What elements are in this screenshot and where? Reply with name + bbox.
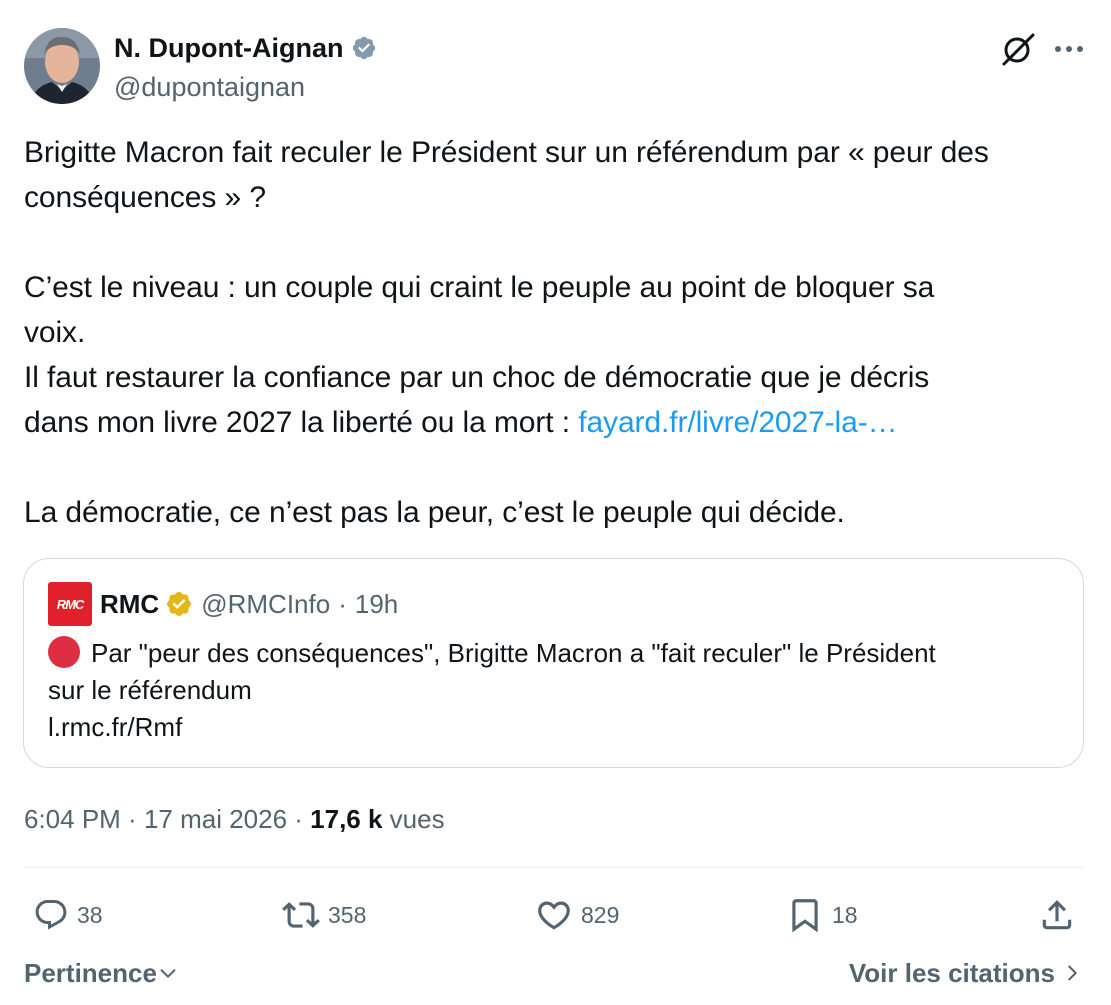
chevron-down-icon bbox=[160, 969, 176, 978]
divider bbox=[23, 867, 1085, 868]
reply-count: 38 bbox=[77, 901, 103, 928]
tweet-meta: 6:04 PM · 17 mai 2026 · 17,6 k vues bbox=[24, 800, 445, 838]
quoted-tweet-text: Par "peur des conséquences", Brigitte Ma… bbox=[48, 635, 1058, 746]
author-avatar[interactable] bbox=[24, 28, 100, 104]
tweet-line-with-link: dans mon livre 2027 la liberté ou la mor… bbox=[24, 400, 1094, 445]
repost-count: 358 bbox=[328, 901, 367, 928]
bookmark-icon bbox=[792, 899, 818, 933]
meta-separator: · bbox=[120, 804, 144, 834]
red-circle-icon bbox=[48, 636, 80, 668]
tweet-link[interactable]: fayard.fr/livre/2027-la-… bbox=[578, 406, 897, 439]
quoted-line: sur le référendum bbox=[48, 675, 252, 705]
reply-icon bbox=[35, 900, 67, 930]
tweet-date[interactable]: 17 mai 2026 bbox=[144, 804, 287, 834]
views-label: vues bbox=[382, 804, 445, 834]
author-name-text: N. Dupont-Aignan bbox=[114, 33, 344, 63]
reply-button[interactable]: 38 bbox=[33, 893, 103, 937]
verified-gold-badge-icon bbox=[165, 590, 193, 618]
bookmark-button[interactable]: 18 bbox=[786, 893, 858, 937]
quoted-line: Par "peur des conséquences", Brigitte Ma… bbox=[48, 635, 1058, 672]
quoted-line-text: Par "peur des conséquences", Brigitte Ma… bbox=[91, 638, 936, 668]
tweet-line: dans mon livre 2027 la liberté ou la mor… bbox=[24, 406, 579, 439]
tweet-line: conséquences » ? bbox=[24, 181, 266, 214]
tweet-line: voix. bbox=[24, 316, 86, 349]
more-options-icon[interactable] bbox=[1053, 34, 1085, 64]
repost-button[interactable]: 358 bbox=[282, 893, 366, 937]
like-count: 829 bbox=[581, 901, 620, 928]
tweet-line: C’est le niveau : un couple qui craint l… bbox=[24, 271, 935, 304]
tweet-time[interactable]: 6:04 PM bbox=[24, 804, 121, 834]
chevron-right-icon bbox=[1068, 965, 1077, 981]
tweet-line: La démocratie, ce n’est pas la peur, c’e… bbox=[24, 496, 845, 529]
like-button[interactable]: 829 bbox=[535, 893, 619, 937]
tweet-line: Brigitte Macron fait reculer le Présiden… bbox=[24, 136, 989, 169]
quoted-tweet-header: RMC RMC @RMCInfo · 19h bbox=[48, 581, 398, 627]
quoted-author-handle[interactable]: @RMCInfo bbox=[201, 589, 330, 620]
quoted-tweet-card[interactable]: RMC RMC @RMCInfo · 19h Par "peur des con… bbox=[23, 558, 1084, 768]
meta-separator: · bbox=[287, 804, 311, 834]
sort-label: Pertinence bbox=[24, 958, 157, 988]
tweet-line: Il faut restaurer la confiance par un ch… bbox=[24, 361, 930, 394]
author-handle[interactable]: @dupontaignan bbox=[114, 70, 305, 104]
heart-icon bbox=[538, 901, 570, 930]
author-display-name[interactable]: N. Dupont-Aignan bbox=[114, 30, 377, 66]
tweet-spacer bbox=[24, 445, 1094, 490]
quoted-link[interactable]: l.rmc.fr/Rmf bbox=[48, 709, 1058, 746]
tweet-text: Brigitte Macron fait reculer le Présiden… bbox=[24, 130, 1094, 535]
bookmark-count: 18 bbox=[832, 901, 858, 928]
view-quotes-label: Voir les citations bbox=[848, 958, 1055, 988]
views-count: 17,6 k bbox=[310, 804, 383, 834]
view-quotes-link[interactable]: Voir les citations bbox=[849, 955, 1083, 991]
quoted-tweet-time[interactable]: 19h bbox=[355, 589, 398, 620]
quoted-author-name[interactable]: RMC bbox=[100, 589, 159, 620]
share-icon bbox=[1042, 900, 1072, 930]
separator-dot: · bbox=[338, 588, 347, 619]
rmc-logo[interactable]: RMC bbox=[48, 582, 92, 626]
verified-badge-icon bbox=[351, 35, 377, 61]
repost-icon bbox=[282, 902, 320, 928]
share-button[interactable] bbox=[1038, 893, 1076, 937]
grok-icon[interactable] bbox=[1000, 31, 1036, 67]
tweet-spacer bbox=[24, 220, 1094, 265]
sort-dropdown[interactable]: Pertinence bbox=[24, 955, 179, 991]
